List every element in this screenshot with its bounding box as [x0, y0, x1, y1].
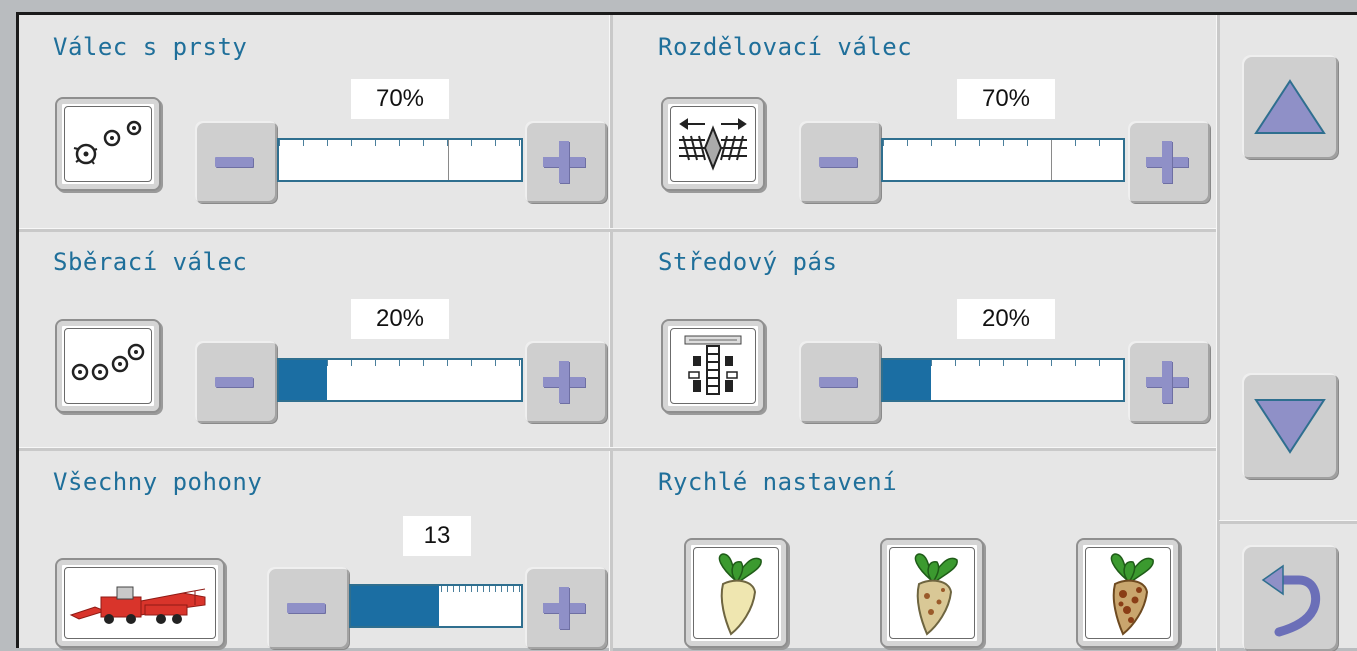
beet-clean-icon: [718, 553, 762, 636]
bar-ticks: [279, 140, 521, 146]
beet-dirty-icon: [1110, 553, 1154, 636]
increase-button[interactable]: [1128, 341, 1210, 423]
panel-title: Rozdělovací válec: [658, 33, 913, 61]
triangle-down-icon: [1254, 399, 1326, 454]
panel-all-drives: Všechny pohony 13: [19, 450, 609, 651]
level-marker: [1051, 140, 1052, 180]
plus-icon-vertical: [559, 587, 569, 629]
back-button[interactable]: [1242, 545, 1338, 651]
panel-title: Rychlé nastavení: [658, 468, 898, 496]
center-belt-icon: [684, 335, 742, 395]
value-display: 20%: [957, 299, 1055, 339]
plus-icon-vertical: [1162, 361, 1172, 403]
level-marker: [448, 140, 450, 180]
decrease-button[interactable]: [267, 567, 349, 649]
settings-screen: Válec s prsty 70% Rozdělovací válec 70% …: [16, 12, 1357, 651]
harvester-button[interactable]: [55, 558, 225, 648]
decrease-button[interactable]: [799, 341, 881, 423]
quick-preset-1-button[interactable]: [684, 538, 788, 648]
panel-title: Všechny pohony: [53, 468, 263, 496]
panel-distribution-roller: Rozdělovací válec 70%: [612, 15, 1216, 228]
level-fill: [883, 360, 931, 400]
minus-icon: [819, 377, 857, 387]
increase-button[interactable]: [525, 121, 607, 203]
level-fill: [279, 360, 328, 400]
bar-ticks: [883, 140, 1123, 146]
decrease-button[interactable]: [195, 121, 277, 203]
value-display: 70%: [351, 79, 449, 119]
panel-title: Válec s prsty: [53, 33, 248, 61]
distribution-roller-icon: [679, 118, 747, 171]
center-belt-button[interactable]: [661, 319, 765, 413]
harvester-icon: [69, 586, 206, 624]
distribution-roller-button[interactable]: [661, 97, 765, 191]
level-bar: [277, 358, 523, 402]
scroll-up-button[interactable]: [1242, 55, 1338, 159]
plus-icon-vertical: [559, 141, 569, 183]
minus-icon: [215, 377, 253, 387]
pickup-roller-icon: [71, 343, 145, 381]
panel-title: Středový pás: [658, 248, 838, 276]
level-bar: [881, 358, 1125, 402]
increase-button[interactable]: [1128, 121, 1210, 203]
finger-roller-icon: [73, 120, 142, 165]
nav-row-divider: [1219, 520, 1357, 524]
finger-roller-button[interactable]: [55, 97, 161, 191]
nav-divider: [1216, 15, 1220, 651]
pickup-roller-button[interactable]: [55, 319, 161, 413]
level-fill: [351, 586, 440, 626]
minus-icon: [819, 157, 857, 167]
scroll-down-button[interactable]: [1242, 373, 1338, 479]
level-bar: [349, 584, 523, 628]
panel-title: Sběrací válec: [53, 248, 248, 276]
return-arrow-icon: [1261, 564, 1321, 637]
increase-button[interactable]: [525, 567, 607, 649]
plus-icon-vertical: [1162, 141, 1172, 183]
panel-quick-settings: Rychlé nastavení: [612, 450, 1216, 651]
minus-icon: [215, 157, 253, 167]
panel-pickup-roller: Sběrací válec 20%: [19, 231, 609, 447]
quick-preset-2-button[interactable]: [880, 538, 984, 648]
beet-medium-icon: [914, 553, 958, 636]
plus-icon-vertical: [559, 361, 569, 403]
quick-preset-3-button[interactable]: [1076, 538, 1180, 648]
value-display: 13: [403, 516, 471, 556]
increase-button[interactable]: [525, 341, 607, 423]
level-bar: [277, 138, 523, 182]
decrease-button[interactable]: [195, 341, 277, 423]
decrease-button[interactable]: [799, 121, 881, 203]
panel-finger-roller: Válec s prsty 70%: [19, 15, 609, 228]
value-display: 70%: [957, 79, 1055, 119]
level-bar: [881, 138, 1125, 182]
triangle-up-icon: [1254, 79, 1326, 134]
value-display: 20%: [351, 299, 449, 339]
panel-center-belt: Středový pás 20%: [612, 231, 1216, 447]
minus-icon: [287, 603, 325, 613]
